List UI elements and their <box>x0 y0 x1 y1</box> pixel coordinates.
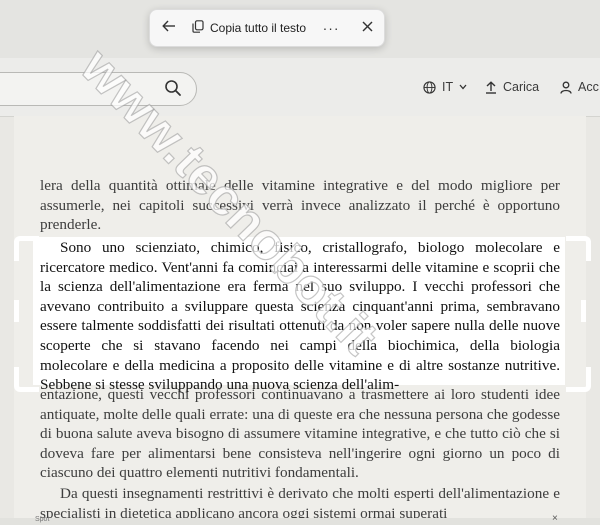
search-icon[interactable] <box>164 79 182 97</box>
bottom-strip <box>0 518 600 525</box>
bottom-close-button[interactable]: × <box>552 513 558 524</box>
selection-handle-bottom-right[interactable] <box>566 367 591 392</box>
upload-label: Carica <box>503 80 540 94</box>
chevron-down-icon <box>459 84 467 90</box>
bottom-label: Spot <box>35 516 50 523</box>
back-button[interactable] <box>152 10 186 46</box>
text-capture-toolbar: Copia tutto il testo ··· <box>149 9 385 47</box>
selection-handle-right[interactable] <box>581 300 586 322</box>
arrow-left-icon <box>162 19 176 37</box>
language-selector[interactable]: IT <box>423 80 467 94</box>
upload-icon <box>485 80 497 94</box>
globe-icon <box>423 80 436 94</box>
document-paragraph-top: lera della quantità ottimale delle vitam… <box>40 177 560 234</box>
copy-all-text-label: Copia tutto il testo <box>210 21 307 35</box>
upload-button[interactable]: Carica <box>485 80 539 94</box>
selection-handle-top-left[interactable] <box>14 236 39 261</box>
selection-handle-left[interactable] <box>14 300 19 322</box>
selection-handle-top-right[interactable] <box>566 236 591 261</box>
more-options-button[interactable]: ··· <box>318 10 344 46</box>
document-paragraph-after: entazione, questi vecchi professori cont… <box>40 386 560 482</box>
copy-all-text-button[interactable]: Copia tutto il testo <box>186 10 312 46</box>
account-button[interactable]: Acc <box>560 80 599 94</box>
close-icon <box>362 19 373 37</box>
language-label: IT <box>442 80 454 94</box>
selection-handle-bottom-left[interactable] <box>14 367 39 392</box>
user-icon <box>560 81 572 94</box>
selected-text[interactable]: Sono uno scienziato, chimico, fisico, cr… <box>40 238 560 395</box>
account-label: Acc <box>578 80 599 94</box>
close-button[interactable] <box>354 10 380 46</box>
copy-icon <box>192 20 204 36</box>
